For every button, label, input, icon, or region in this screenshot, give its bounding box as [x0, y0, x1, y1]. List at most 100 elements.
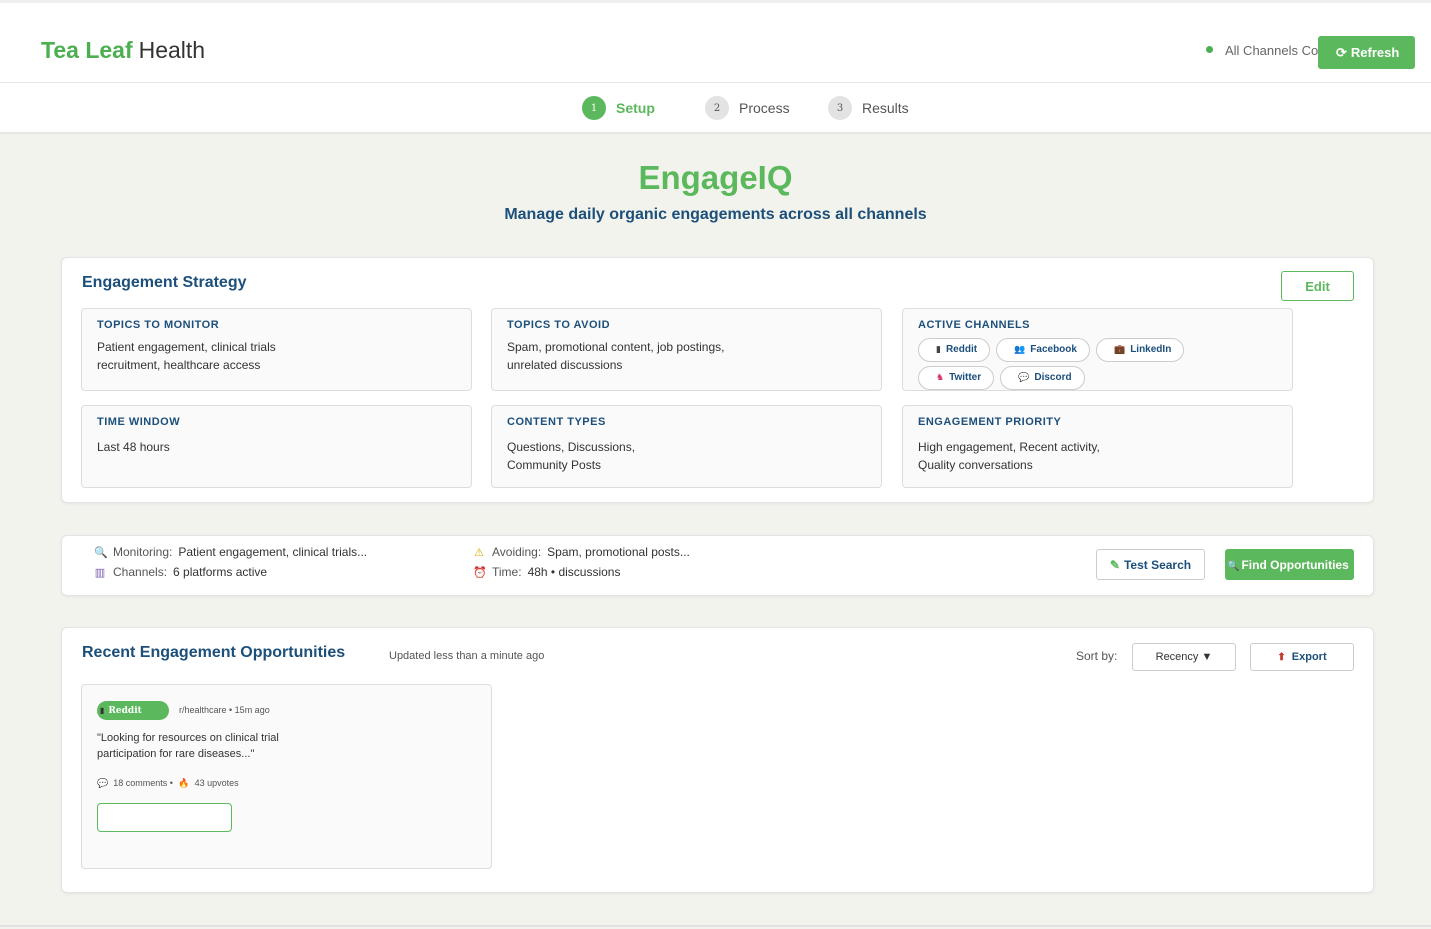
- export-icon: ⬆: [1277, 652, 1286, 663]
- active-channels-tile: ACTIVE CHANNELS ▮ Reddit 👥 Facebook 💼 LinkedI…: [902, 308, 1293, 391]
- step-label: Results: [862, 100, 909, 116]
- export-button[interactable]: ⬆ Export: [1250, 643, 1354, 671]
- summary-value: Patient engagement, clinical trials...: [178, 545, 368, 559]
- step-label: Process: [739, 100, 790, 116]
- tile-text: Questions, Discussions, Community Posts: [507, 440, 636, 472]
- step-results[interactable]: 3 Results: [828, 96, 909, 120]
- summary-key: Monitoring:: [113, 545, 173, 559]
- channel-chip-facebook[interactable]: 👥 Facebook: [996, 338, 1090, 362]
- search-icon: 🔍: [1227, 560, 1240, 572]
- tile-heading: ENGAGEMENT PRIORITY: [918, 416, 1062, 428]
- warning-icon: ⚠: [474, 546, 484, 559]
- opportunity-stats: 💬 18 comments • 🔥 43 upvotes: [97, 778, 239, 789]
- connection-status: All Channels Connected: [1206, 43, 1321, 58]
- alarm-clock-icon: ⏰: [473, 566, 487, 579]
- tile-heading: ACTIVE CHANNELS: [918, 319, 1031, 331]
- step-number: 3: [828, 96, 852, 120]
- search-icon: 🔍: [94, 546, 108, 559]
- pencil-icon: ✎: [1109, 557, 1120, 572]
- upvotes-count: 43 upvotes: [194, 778, 239, 788]
- linkedin-icon: 💼: [1113, 344, 1126, 354]
- stepper: 1 Setup 2 Process 3 Results: [0, 83, 1431, 134]
- badge-label: Reddit: [108, 706, 142, 716]
- twitter-icon: ♞: [936, 372, 945, 382]
- chart-icon: ▥: [94, 566, 106, 579]
- discord-icon: 💬: [1018, 372, 1030, 382]
- time-window-tile: TIME WINDOW Last 48 hours: [81, 405, 472, 488]
- engagement-strategy-card: Engagement Strategy Edit TOPICS TO MONIT…: [61, 257, 1374, 503]
- content-types-tile: CONTENT TYPES Questions, Discussions, Co…: [491, 405, 882, 488]
- chip-label: Facebook: [1030, 344, 1077, 355]
- summary-key: Channels:: [113, 565, 168, 579]
- summary-bar: 🔍 Monitoring: Patient engagement, clinical…: [61, 535, 1374, 596]
- find-opportunities-button[interactable]: 🔍 Find Opportunities: [1225, 549, 1354, 580]
- footer-divider: [0, 925, 1431, 929]
- facebook-icon: 👥: [1014, 344, 1026, 354]
- tile-text: Spam, promotional content, job postings,…: [507, 340, 725, 372]
- step-number: 1: [582, 96, 606, 120]
- refresh-icon: ⟳: [1336, 44, 1347, 60]
- page-title: EngageIQ: [638, 159, 793, 196]
- status-text: All Channels Connected: [1225, 43, 1321, 58]
- summary-value: Spam, promotional posts...: [547, 545, 690, 559]
- channel-chip-linkedin[interactable]: 💼 LinkedIn: [1095, 338, 1185, 362]
- engagement-priority-tile: ENGAGEMENT PRIORITY High engagement, Rec…: [902, 405, 1293, 488]
- tile-heading: TIME WINDOW: [97, 416, 181, 428]
- button-label: Test Search: [1123, 557, 1192, 572]
- channel-chip-twitter[interactable]: ♞ Twitter: [918, 366, 995, 390]
- step-process[interactable]: 2 Process: [705, 96, 790, 120]
- opportunity-meta: r/healthcare • 15m ago: [179, 705, 270, 715]
- channel-chips: ▮ Reddit 👥 Facebook 💼 LinkedIn ♞ Twitter 💬 Discor…: [918, 338, 1208, 394]
- comments-count: 18 comments •: [113, 778, 173, 788]
- reddit-icon: ▮: [936, 344, 941, 354]
- platform-badge: ▮ Reddit: [97, 701, 169, 720]
- summary-channels: ▥ Channels: 6 platforms active: [94, 565, 267, 579]
- opportunities-title: Recent Engagement Opportunities: [82, 644, 346, 661]
- step-setup[interactable]: 1 Setup: [582, 96, 655, 120]
- button-label: Export: [1291, 651, 1327, 663]
- tile-text: High engagement, Recent activity, Qualit…: [918, 440, 1100, 472]
- summary-key: Avoiding:: [492, 545, 542, 559]
- brand-logo[interactable]: Tea Leaf Health: [41, 37, 205, 64]
- summary-value: 6 platforms active: [173, 565, 268, 579]
- comment-icon: 💬: [97, 778, 109, 788]
- refresh-label: Refresh: [1350, 44, 1400, 60]
- topics-avoid-tile: TOPICS TO AVOID Spam, promotional conten…: [491, 308, 882, 391]
- test-search-button[interactable]: ✎ Test Search: [1096, 549, 1205, 580]
- step-number: 2: [705, 96, 729, 120]
- opportunity-card[interactable]: ▮ Reddit r/healthcare • 15m ago "Looking …: [81, 684, 492, 869]
- topics-monitor-tile: TOPICS TO MONITOR Patient engagement, cl…: [81, 308, 472, 391]
- tile-heading: CONTENT TYPES: [507, 416, 606, 428]
- summary-value: 48h • discussions: [527, 565, 621, 579]
- chip-label: Twitter: [949, 372, 982, 383]
- top-bar: Tea LeafHealth All Channels Connected ⟳R…: [0, 0, 1431, 83]
- refresh-button[interactable]: ⟳ Refresh: [1318, 36, 1415, 69]
- brand-secondary: Health: [138, 37, 206, 63]
- tile-heading: TOPICS TO MONITOR: [97, 319, 220, 331]
- opportunities-card: Recent Engagement Opportunities Updated …: [61, 627, 1374, 893]
- sort-label: Sort by:: [1076, 649, 1118, 663]
- brand-primary: Tea Leaf: [41, 37, 133, 63]
- channel-chip-reddit[interactable]: ▮ Reddit: [918, 338, 991, 362]
- fire-icon: 🔥: [178, 778, 190, 788]
- strategy-title: Engagement Strategy: [82, 274, 247, 291]
- edit-strategy-button[interactable]: Edit: [1281, 271, 1354, 301]
- updated-timestamp: Updated less than a minute ago: [389, 650, 545, 662]
- reddit-icon: ▮: [100, 705, 105, 715]
- status-dot-icon: [1206, 46, 1213, 54]
- chip-label: Reddit: [945, 344, 978, 355]
- summary-avoiding: ⚠ Avoiding: Spam, promotional posts...: [473, 545, 690, 559]
- chip-label: LinkedIn: [1130, 344, 1172, 355]
- summary-key: Time:: [492, 565, 522, 579]
- engage-button[interactable]: [97, 803, 232, 832]
- summary-time: ⏰ Time: 48h • discussions: [473, 565, 620, 579]
- step-label: Setup: [616, 100, 655, 116]
- summary-monitoring: 🔍 Monitoring: Patient engagement, clinical…: [94, 545, 367, 559]
- channel-chip-discord[interactable]: 💬 Discord: [1000, 366, 1085, 390]
- page-subtitle: Manage daily organic engagements across …: [504, 206, 927, 223]
- tile-text: Patient engagement, clinical trials recr…: [97, 340, 276, 372]
- sort-select[interactable]: Recency ▼: [1132, 643, 1236, 671]
- tile-heading: TOPICS TO AVOID: [507, 319, 611, 331]
- opportunity-quote: "Looking for resources on clinical trial…: [97, 732, 279, 760]
- chip-label: Discord: [1034, 372, 1072, 383]
